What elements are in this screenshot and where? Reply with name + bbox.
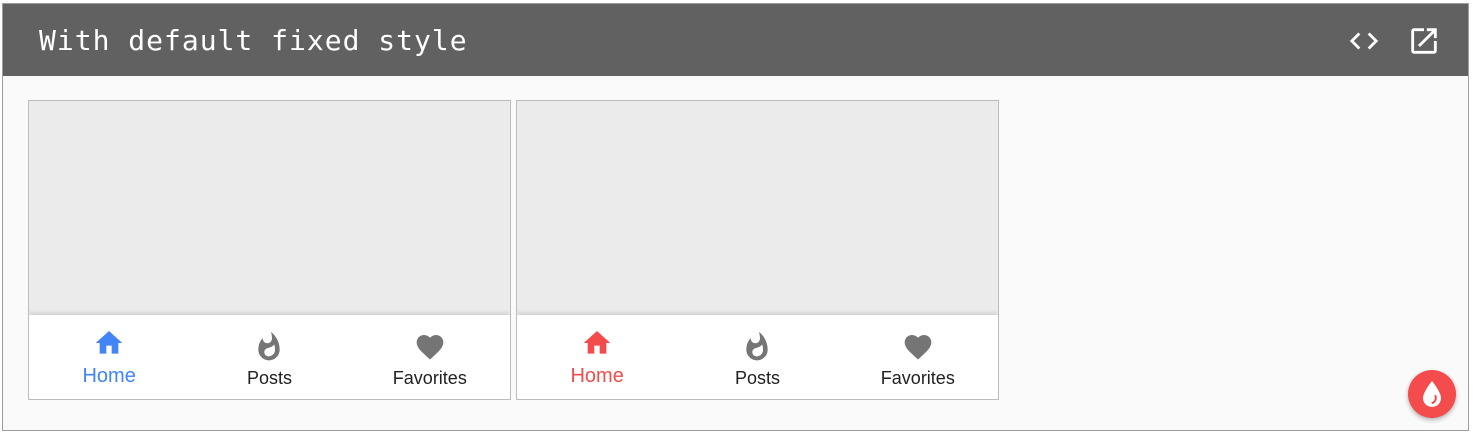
code-icon <box>1349 32 1379 50</box>
heart-icon <box>414 331 446 363</box>
panel-header: With default fixed style <box>3 4 1468 76</box>
bottom-navigation: Home Posts Favorites <box>517 315 998 399</box>
nav-item-label: Home <box>570 365 624 387</box>
nav-item-label: Posts <box>734 368 780 388</box>
demo-content-area <box>517 101 998 315</box>
home-icon <box>93 327 125 359</box>
home-icon <box>581 327 613 359</box>
bottom-navigation: Home Posts Favorites <box>29 315 510 399</box>
demo-content-area <box>29 101 510 315</box>
nav-item-favorites[interactable]: Favorites <box>838 315 998 399</box>
nav-item-posts[interactable]: Posts <box>677 315 837 399</box>
heart-icon <box>902 331 934 363</box>
fire-icon <box>741 331 773 363</box>
nav-item-home[interactable]: Home <box>517 315 677 399</box>
nav-item-label: Home <box>82 365 136 387</box>
open-in-new-button[interactable] <box>1407 24 1441 58</box>
droplet-icon <box>1423 381 1441 407</box>
demo-panel: With default fixed style Home Posts Favo… <box>2 3 1469 431</box>
view-code-button[interactable] <box>1347 24 1381 58</box>
bottom-nav-demo-blue: Home Posts Favorites <box>28 100 511 400</box>
nav-item-label: Favorites <box>880 368 955 388</box>
theme-fab-button[interactable] <box>1408 370 1456 418</box>
nav-item-home[interactable]: Home <box>29 315 189 399</box>
nav-item-favorites[interactable]: Favorites <box>350 315 510 399</box>
nav-item-label: Posts <box>246 368 292 388</box>
nav-item-posts[interactable]: Posts <box>189 315 349 399</box>
nav-item-label: Favorites <box>392 368 467 388</box>
bottom-nav-demo-red: Home Posts Favorites <box>516 100 999 400</box>
panel-title: With default fixed style <box>39 24 468 57</box>
fire-icon <box>253 331 285 363</box>
open-in-new-icon <box>1411 28 1437 54</box>
